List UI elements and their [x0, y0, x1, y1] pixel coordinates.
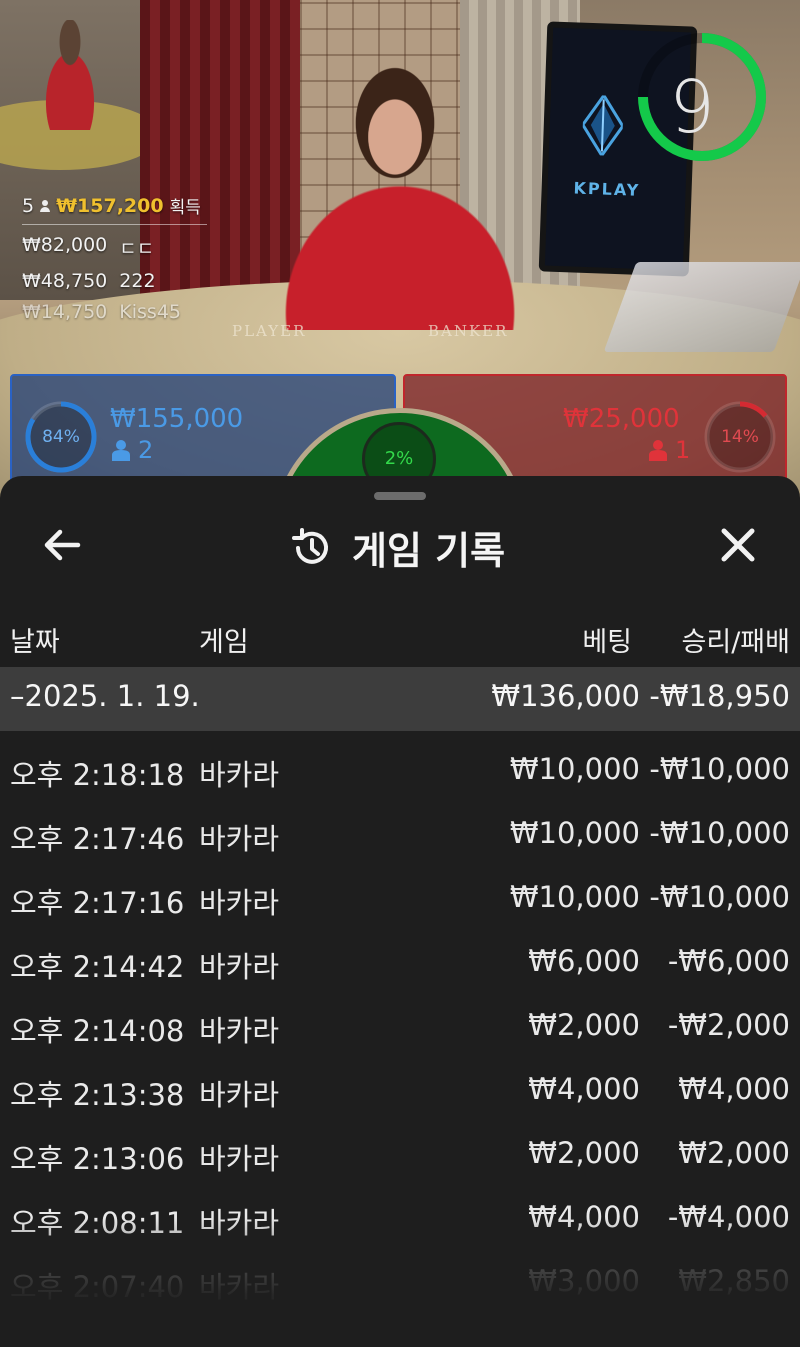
sheet-title: 게임 기록 — [290, 520, 505, 575]
time-cell: 오후 2:13:06 — [10, 1142, 185, 1176]
player-bet-count: 2 — [112, 436, 153, 464]
table-row[interactable]: 오후 2:14:42 바카라 ₩6,000 -₩6,000 — [0, 930, 800, 994]
table-row[interactable]: 오후 2:17:16 바카라 ₩10,000 -₩10,000 — [0, 866, 800, 930]
time-cell: 오후 2:08:11 — [10, 1206, 185, 1240]
result-cell: ₩2,850 — [678, 1264, 790, 1298]
game-cell: 바카라 — [199, 1014, 280, 1048]
winners-total-suffix: 획득 — [169, 198, 201, 218]
result-cell: ₩2,000 — [678, 1136, 790, 1170]
game-cell: 바카라 — [199, 886, 280, 920]
person-icon — [112, 440, 130, 461]
date-group-result-total: -₩18,950 — [649, 679, 790, 713]
bet-cell: ₩2,000 — [528, 1136, 640, 1170]
result-cell: -₩10,000 — [649, 880, 790, 914]
time-cell: 오후 2:14:42 — [10, 950, 185, 984]
result-cell: -₩2,000 — [667, 1008, 790, 1042]
time-cell: 오후 2:14:08 — [10, 1014, 185, 1048]
game-cell: 바카라 — [199, 1078, 280, 1112]
tie-percent: 2% — [384, 448, 414, 469]
result-cell: -₩10,000 — [649, 816, 790, 850]
page-title: 게임 기록 — [352, 529, 506, 573]
dealer-head — [340, 60, 450, 200]
person-icon — [40, 199, 51, 212]
date-group-row[interactable]: –2025. 1. 19. ₩136,000 -₩18,950 — [0, 667, 800, 731]
table-row[interactable]: 오후 2:17:46 바카라 ₩10,000 -₩10,000 — [0, 802, 800, 866]
result-cell: -₩4,000 — [667, 1200, 790, 1234]
bet-cell: ₩4,000 — [528, 1072, 640, 1106]
table-row[interactable]: 오후 2:18:18 바카라 ₩10,000 -₩10,000 — [0, 738, 800, 802]
table-row[interactable]: 오후 2:13:06 바카라 ₩2,000 ₩2,000 — [0, 1122, 800, 1186]
winner-amount: ₩82,000 — [22, 234, 108, 256]
winner-name: Kiss45 — [119, 301, 181, 323]
card-shoe — [603, 262, 800, 352]
banker-bet-amount: ₩25,000 — [563, 404, 680, 434]
player-bettors: 2 — [138, 436, 154, 464]
game-cell: 바카라 — [199, 1206, 280, 1240]
player-bet-amount: ₩155,000 — [110, 404, 244, 434]
winners-count: 5 — [22, 194, 35, 217]
winner-name: 222 — [119, 270, 156, 292]
time-cell: 오후 2:17:16 — [10, 886, 185, 920]
date-group-label: –2025. 1. 19. — [10, 679, 200, 713]
winners-summary: 5 ₩157,200 획득 — [22, 193, 207, 225]
winners-panel: 5 ₩157,200 획득 ₩82,000 ㄷㄷ ₩48,750 222 ₩14… — [22, 193, 207, 323]
result-cell: ₩4,000 — [678, 1072, 790, 1106]
column-header-game[interactable]: 게임 — [199, 620, 249, 659]
table-row[interactable]: 오후 2:13:38 바카라 ₩4,000 ₩4,000 — [0, 1058, 800, 1122]
time-cell: 오후 2:13:38 — [10, 1078, 185, 1112]
time-cell: 오후 2:07:40 — [10, 1270, 185, 1304]
banker-bettors: 1 — [675, 436, 691, 464]
banker-percent: 14% — [721, 427, 759, 447]
bet-cell: ₩3,000 — [528, 1264, 640, 1298]
result-cell: -₩6,000 — [667, 944, 790, 978]
game-cell: 바카라 — [199, 950, 280, 984]
player-percent: 84% — [42, 427, 80, 447]
winner-name: ㄷㄷ — [119, 238, 155, 260]
date-group-bet-total: ₩136,000 — [491, 679, 640, 713]
game-history-sheet: 게임 기록 날짜 게임 베팅 승리/패배 –2025. 1. 19. ₩136,… — [0, 476, 800, 1347]
time-cell: 오후 2:17:46 — [10, 822, 185, 856]
table-row[interactable]: 오후 2:14:08 바카라 ₩2,000 -₩2,000 — [0, 994, 800, 1058]
back-button[interactable] — [34, 522, 90, 568]
bet-cell: ₩6,000 — [528, 944, 640, 978]
winner-amount: ₩14,750 — [22, 301, 108, 323]
winner-row: ₩82,000 ㄷㄷ — [22, 234, 207, 261]
result-cell: -₩10,000 — [649, 752, 790, 786]
player-area-label: PLAYER — [232, 322, 307, 340]
banker-area-label: BANKER — [428, 322, 509, 340]
sheet-drag-handle[interactable] — [374, 492, 426, 500]
winner-row: ₩48,750 222 — [22, 270, 207, 292]
game-cell: 바카라 — [199, 822, 280, 856]
game-cell: 바카라 — [199, 1270, 280, 1304]
column-header-date[interactable]: 날짜 — [10, 620, 60, 659]
kplay-logo-icon — [581, 94, 624, 157]
winner-row: ₩14,750 Kiss45 — [22, 301, 207, 323]
close-button[interactable] — [710, 520, 766, 570]
bet-cell: ₩10,000 — [509, 880, 640, 914]
game-cell: 바카라 — [199, 1142, 280, 1176]
column-header-bet[interactable]: 베팅 — [582, 620, 632, 659]
arrow-left-icon — [44, 529, 81, 561]
bet-cell: ₩10,000 — [509, 752, 640, 786]
game-cell: 바카라 — [199, 758, 280, 792]
person-icon — [649, 440, 667, 461]
kplay-brand: KPLAY — [573, 178, 641, 200]
table-row[interactable]: 오후 2:08:11 바카라 ₩4,000 -₩4,000 — [0, 1186, 800, 1250]
bet-cell: ₩2,000 — [528, 1008, 640, 1042]
background-dealer — [30, 20, 110, 130]
time-cell: 오후 2:18:18 — [10, 758, 185, 792]
table-row[interactable]: 오후 2:07:40 바카라 ₩3,000 ₩2,850 — [0, 1250, 800, 1314]
column-header-result[interactable]: 승리/패배 — [682, 620, 790, 659]
bet-cell: ₩10,000 — [509, 816, 640, 850]
winners-total: ₩157,200 — [56, 194, 164, 217]
banker-bet-count: 1 — [649, 436, 690, 464]
winner-amount: ₩48,750 — [22, 270, 108, 292]
close-icon — [721, 528, 755, 562]
bet-cell: ₩4,000 — [528, 1200, 640, 1234]
history-icon — [292, 527, 328, 564]
history-list: 오후 2:18:18 바카라 ₩10,000 -₩10,000 오후 2:17:46 바카… — [0, 738, 800, 1314]
countdown-timer: 9 — [669, 65, 715, 149]
